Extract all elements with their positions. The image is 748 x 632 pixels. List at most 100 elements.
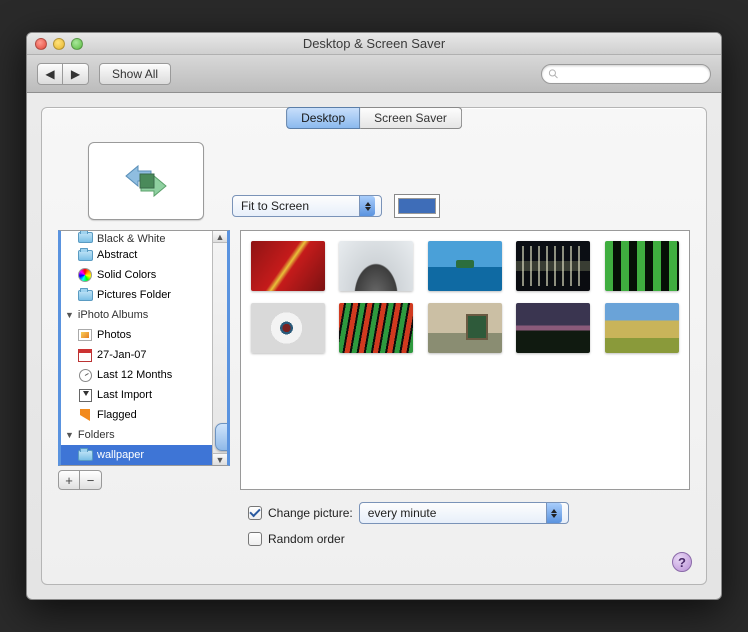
wallpaper-thumbnail[interactable] bbox=[339, 241, 413, 291]
list-item-label: 27-Jan-07 bbox=[97, 349, 147, 361]
back-icon: ◀ bbox=[45, 67, 54, 81]
wallpaper-thumbnail[interactable] bbox=[605, 241, 679, 291]
fill-color-well[interactable] bbox=[394, 194, 440, 218]
search-wrap bbox=[541, 64, 711, 84]
recycle-icon bbox=[116, 156, 176, 206]
search-icon bbox=[548, 68, 559, 80]
group-label: Folders bbox=[78, 429, 115, 441]
toolbar: ◀ ▶ Show All bbox=[27, 55, 721, 93]
forward-button[interactable]: ▶ bbox=[63, 63, 89, 85]
wallpaper-thumbnail[interactable] bbox=[251, 303, 325, 353]
stepper-arrows-icon bbox=[546, 503, 562, 523]
list-item-photos[interactable]: Photos bbox=[61, 325, 227, 345]
list-item-label: Last 12 Months bbox=[97, 369, 172, 381]
close-button[interactable] bbox=[35, 38, 47, 50]
titlebar: Desktop & Screen Saver bbox=[27, 33, 721, 55]
wallpaper-thumbnail[interactable] bbox=[428, 241, 502, 291]
window-controls bbox=[27, 38, 83, 50]
group-folders[interactable]: ▼ Folders bbox=[61, 425, 227, 445]
change-picture-checkbox[interactable] bbox=[248, 506, 262, 520]
wallpaper-thumbnail[interactable] bbox=[339, 303, 413, 353]
scroll-thumb[interactable] bbox=[215, 423, 230, 451]
disclosure-triangle-icon[interactable]: ▼ bbox=[65, 310, 74, 320]
stepper-arrows-icon bbox=[359, 196, 375, 216]
fit-row: Fit to Screen bbox=[232, 194, 440, 218]
top-row: Fit to Screen bbox=[58, 142, 690, 220]
list-item-label: Pictures Folder bbox=[97, 289, 171, 301]
minimize-button[interactable] bbox=[53, 38, 65, 50]
list-item-label: Last Import bbox=[97, 389, 152, 401]
search-field[interactable] bbox=[541, 64, 711, 84]
search-input[interactable] bbox=[563, 68, 704, 80]
forward-icon: ▶ bbox=[71, 67, 80, 81]
disclosure-triangle-icon[interactable]: ▼ bbox=[65, 430, 74, 440]
list-item-label: Photos bbox=[97, 329, 131, 341]
folder-icon bbox=[77, 231, 93, 245]
fit-mode-popup[interactable]: Fit to Screen bbox=[232, 195, 382, 217]
list-item-label: Solid Colors bbox=[97, 269, 156, 281]
wallpaper-thumbnail[interactable] bbox=[251, 241, 325, 291]
photo-icon bbox=[77, 327, 93, 343]
nav-segment: ◀ ▶ bbox=[37, 63, 89, 85]
options: Change picture: every minute Random orde… bbox=[248, 500, 690, 552]
flag-icon bbox=[77, 407, 93, 423]
tab-bar: Desktop Screen Saver bbox=[286, 107, 462, 129]
list-item-date[interactable]: 27-Jan-07 bbox=[61, 345, 227, 365]
change-interval-popup[interactable]: every minute bbox=[359, 502, 569, 524]
add-folder-button[interactable]: + bbox=[58, 470, 80, 490]
add-remove-bar: + − bbox=[58, 470, 230, 490]
colorwheel-icon bbox=[77, 267, 93, 283]
wallpaper-thumbnail[interactable] bbox=[516, 241, 590, 291]
help-icon: ? bbox=[678, 555, 686, 570]
import-icon bbox=[77, 387, 93, 403]
scroll-up-arrow-icon[interactable]: ▲ bbox=[213, 231, 227, 243]
tab-desktop[interactable]: Desktop bbox=[286, 107, 360, 129]
zoom-button[interactable] bbox=[71, 38, 83, 50]
list-item-wallpaper[interactable]: wallpaper bbox=[61, 445, 227, 465]
list-item-last-12-months[interactable]: Last 12 Months bbox=[61, 365, 227, 385]
list-item-label: wallpaper bbox=[97, 449, 144, 461]
preferences-window: Desktop & Screen Saver ◀ ▶ Show All Desk… bbox=[26, 32, 722, 600]
fill-color-swatch bbox=[398, 198, 436, 214]
main-panel: Desktop Screen Saver Fit to Screen bbox=[41, 107, 707, 585]
middle-row: Black & White Abstract Solid Colors bbox=[58, 230, 690, 490]
random-order-label: Random order bbox=[268, 532, 345, 546]
show-all-button[interactable]: Show All bbox=[99, 63, 171, 85]
random-order-row: Random order bbox=[248, 526, 690, 552]
list-item-pictures-folder[interactable]: Pictures Folder bbox=[61, 285, 227, 305]
fit-mode-label: Fit to Screen bbox=[241, 199, 309, 213]
tab-screensaver[interactable]: Screen Saver bbox=[360, 107, 462, 129]
list-item-label: Black & White bbox=[97, 233, 165, 245]
source-list[interactable]: Black & White Abstract Solid Colors bbox=[58, 230, 230, 466]
clock-icon bbox=[77, 367, 93, 383]
group-iphoto-albums[interactable]: ▼ iPhoto Albums bbox=[61, 305, 227, 325]
random-order-checkbox[interactable] bbox=[248, 532, 262, 546]
list-item-abstract[interactable]: Abstract bbox=[61, 245, 227, 265]
sidebar: Black & White Abstract Solid Colors bbox=[58, 230, 230, 490]
calendar-icon bbox=[77, 347, 93, 363]
interval-label: every minute bbox=[368, 506, 437, 520]
thumbnail-grid bbox=[240, 230, 690, 490]
list-item-solid-colors[interactable]: Solid Colors bbox=[61, 265, 227, 285]
scrollbar[interactable]: ▲ ▼ bbox=[212, 231, 227, 465]
folder-icon bbox=[77, 287, 93, 303]
back-button[interactable]: ◀ bbox=[37, 63, 63, 85]
window-title: Desktop & Screen Saver bbox=[27, 36, 721, 51]
wallpaper-thumbnail[interactable] bbox=[605, 303, 679, 353]
help-button[interactable]: ? bbox=[672, 552, 692, 572]
list-item[interactable]: Black & White bbox=[61, 231, 227, 245]
list-item-flagged[interactable]: Flagged bbox=[61, 405, 227, 425]
list-item-label: Flagged bbox=[97, 409, 137, 421]
scroll-down-arrow-icon[interactable]: ▼ bbox=[213, 453, 227, 465]
folder-icon bbox=[77, 447, 93, 463]
wallpaper-thumbnail[interactable] bbox=[516, 303, 590, 353]
wallpaper-thumbnail[interactable] bbox=[428, 303, 502, 353]
change-picture-label: Change picture: bbox=[268, 506, 353, 520]
list-item-last-import[interactable]: Last Import bbox=[61, 385, 227, 405]
current-desktop-preview bbox=[88, 142, 204, 220]
list-item-label: Abstract bbox=[97, 249, 137, 261]
remove-folder-button[interactable]: − bbox=[80, 470, 102, 490]
folder-icon bbox=[77, 247, 93, 263]
change-picture-row: Change picture: every minute bbox=[248, 500, 690, 526]
group-label: iPhoto Albums bbox=[78, 309, 148, 321]
